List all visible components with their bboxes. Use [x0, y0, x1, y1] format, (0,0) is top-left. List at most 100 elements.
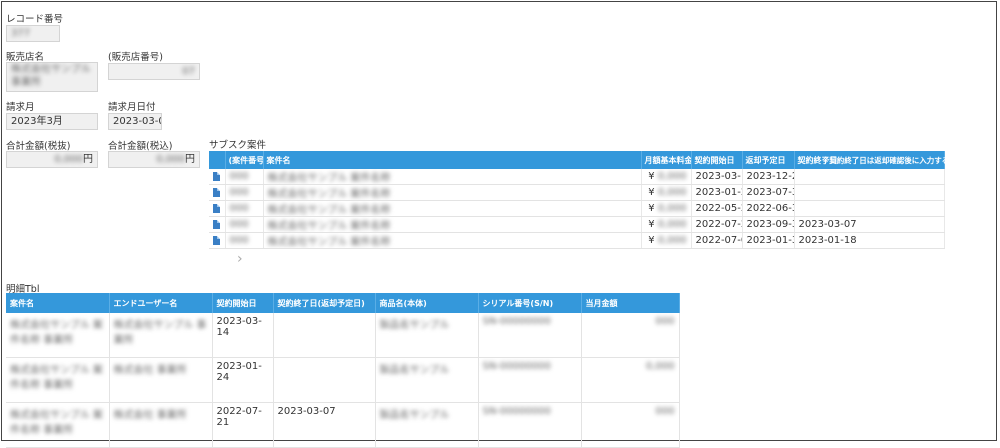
document-icon[interactable]: [213, 203, 220, 213]
meisai-cell-amount: 0,000: [581, 357, 680, 403]
dealer-name-label: 販売店名: [6, 52, 45, 63]
currency-symbol: ¥: [648, 219, 655, 230]
subscription-header-note: ※契約終了日は返却確認後に入力する: [822, 156, 950, 165]
subscription-cell-number: 000: [225, 216, 264, 233]
subscription-cell-number: 000: [225, 232, 264, 249]
subscription-header-planned-end: 返却予定日: [742, 151, 795, 169]
subscription-cell-planned-end: 2023-12-28: [742, 169, 795, 185]
record-number-field: 377: [6, 25, 60, 42]
document-icon[interactable]: [213, 171, 220, 181]
subscription-cell-fee: ¥ 0,000: [641, 216, 692, 233]
meisai-cell-product: 製品名サンプル: [375, 313, 479, 358]
subscription-cell-icon[interactable]: [209, 184, 226, 201]
meisai-case-name: 株式会社サンプル 案件名称 事業所: [10, 320, 103, 346]
subscription-row[interactable]: 000株式会社サンプル 案件名称¥ 0,0002022-07-212023-09…: [209, 216, 945, 233]
document-icon[interactable]: [213, 219, 220, 229]
meisai-cell-end: 2023-03-07: [273, 402, 376, 448]
subscription-header-icon: [209, 151, 226, 169]
subscription-cell-icon[interactable]: [209, 232, 226, 249]
subscription-cell-end: 2023-01-18: [794, 232, 945, 249]
subscription-row[interactable]: 000株式会社サンプル 案件名称¥ 0,0002023-01-242023-07…: [209, 184, 945, 201]
subscription-fee: 0,000: [657, 187, 687, 198]
meisai-cell-serial: SN-00000000: [478, 313, 582, 358]
meisai-serial: SN-00000000: [482, 361, 551, 372]
subscription-cell-icon[interactable]: [209, 200, 226, 217]
subscription-cell-end: [794, 200, 945, 217]
subscription-cell-number: 000: [225, 184, 264, 201]
document-icon[interactable]: [213, 187, 220, 197]
meisai-amount: 0,000: [645, 361, 675, 372]
meisai-cell-end-user: 株式会社 事業所: [109, 357, 213, 403]
dealer-name-field: 株式会社サンプル 事業所: [6, 62, 98, 92]
subscription-fee: 0,000: [657, 219, 687, 230]
subscription-number: 000: [229, 203, 249, 214]
subscription-name: 株式会社サンプル 案件名称: [267, 221, 391, 232]
subscription-name: 株式会社サンプル 案件名称: [267, 189, 391, 200]
subscription-name: 株式会社サンプル 案件名称: [267, 237, 391, 248]
subscription-name: 株式会社サンプル 案件名称: [267, 173, 391, 184]
subscription-row[interactable]: 000株式会社サンプル 案件名称¥ 0,0002022-07-012023-01…: [209, 232, 945, 249]
subscription-cell-fee: ¥ 0,000: [641, 232, 692, 249]
record-form: レコード番号 377 販売店名 株式会社サンプル 事業所 (販売店番号) 07 …: [1, 1, 997, 448]
currency-symbol: ¥: [648, 235, 655, 246]
meisai-header-amount: 当月金額: [581, 293, 680, 313]
meisai-cell-start: 2023-03-14: [212, 313, 274, 358]
meisai-row: 株式会社サンプル 案件名称 事業所 株式会社 事業所 2022-07-21 2023-…: [6, 402, 680, 448]
meisai-end-user: 株式会社 事業所: [113, 410, 187, 421]
subscription-cell-name: 株式会社サンプル 案件名称: [263, 169, 642, 185]
meisai-header-end-user: エンドユーザー名: [109, 293, 213, 313]
billing-month-field: 2023年3月: [6, 113, 98, 130]
meisai-cell-end-user: 株式会社 事業所: [109, 402, 213, 448]
meisai-header-row: 案件名 エンドユーザー名 契約開始日 契約終了日(返却予定日) 商品名(本体) …: [6, 293, 680, 313]
meisai-product: 製品名サンプル: [379, 410, 450, 421]
meisai-header-end: 契約終了日(返却予定日): [273, 293, 376, 313]
total-excl-unit: 円: [83, 154, 93, 165]
subscription-cell-fee: ¥ 0,000: [641, 184, 692, 201]
subscription-fee: 0,000: [657, 171, 687, 182]
subscription-row[interactable]: 000株式会社サンプル 案件名称¥ 0,0002023-03-142023-12…: [209, 169, 945, 185]
meisai-table: 案件名 エンドユーザー名 契約開始日 契約終了日(返却予定日) 商品名(本体) …: [6, 293, 680, 448]
meisai-cell-serial: SN-00000000: [478, 402, 582, 448]
document-icon[interactable]: [213, 235, 220, 245]
record-number-label: レコード番号: [6, 14, 64, 25]
billing-date-value: 2023-03-01: [113, 116, 161, 127]
billing-month-value: 2023年3月: [11, 116, 63, 127]
total-incl-label: 合計金額(税込): [108, 141, 173, 152]
subscription-cell-number: 000: [225, 200, 264, 217]
subscription-cell-planned-end: 2023-01-30: [742, 232, 795, 249]
meisai-cell-case-name: 株式会社サンプル 案件名称 事業所: [6, 402, 110, 448]
meisai-serial: SN-00000000: [482, 406, 551, 417]
subscription-fee: 0,000: [657, 235, 687, 246]
total-incl-value: 0,000: [156, 154, 185, 165]
meisai-row: 株式会社サンプル 案件名称 事業所 株式会社 事業所 2023-01-24 製品名サン…: [6, 357, 680, 403]
subscription-cell-planned-end: 2022-06-30: [742, 200, 795, 217]
subscription-cell-start: 2022-05-20: [691, 200, 743, 217]
meisai-case-name: 株式会社サンプル 案件名称 事業所: [10, 365, 103, 391]
meisai-cell-amount: 000: [581, 402, 680, 448]
subscription-cell-name: 株式会社サンプル 案件名称: [263, 200, 642, 217]
subscription-cell-planned-end: 2023-09-30: [742, 216, 795, 233]
subscription-row[interactable]: 000株式会社サンプル 案件名称¥ 0,0002022-05-202022-06…: [209, 200, 945, 217]
chevron-right-icon[interactable]: ›: [237, 251, 243, 267]
meisai-cell-product: 製品名サンプル: [375, 357, 479, 403]
record-number-value: 377: [11, 28, 31, 39]
subscription-cell-start: 2023-03-14: [691, 169, 743, 185]
subscription-cell-name: 株式会社サンプル 案件名称: [263, 232, 642, 249]
meisai-serial: SN-00000000: [482, 316, 551, 327]
meisai-amount: 000: [655, 406, 675, 417]
subscription-header-start: 契約開始日: [691, 151, 743, 169]
dealer-number-value: 07: [182, 66, 195, 77]
currency-symbol: ¥: [648, 171, 655, 182]
subscription-cell-icon[interactable]: [209, 216, 226, 233]
currency-symbol: ¥: [648, 203, 655, 214]
total-incl-field: 0,000円: [108, 151, 200, 168]
meisai-cell-start: 2023-01-24: [212, 357, 274, 403]
subscription-header-number: (案件番号): [225, 151, 264, 169]
dealer-name-value: 株式会社サンプル 事業所: [11, 64, 91, 88]
subscription-cell-fee: ¥ 0,000: [641, 169, 692, 185]
subscription-header-name: 案件名: [263, 151, 642, 169]
meisai-product: 製品名サンプル: [379, 320, 450, 331]
subscription-title: サブスク案件: [209, 140, 267, 151]
subscription-cell-icon[interactable]: [209, 169, 226, 185]
total-excl-label: 合計金額(税抜): [6, 141, 71, 152]
